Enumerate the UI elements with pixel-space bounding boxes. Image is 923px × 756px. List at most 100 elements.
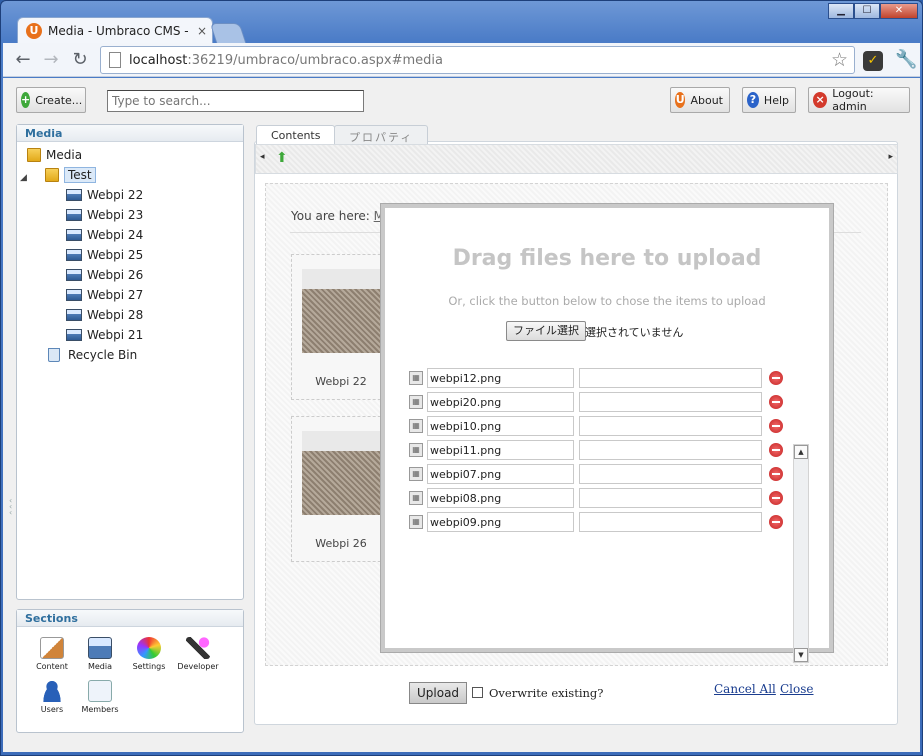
content-icon [40,637,64,659]
file-title-field[interactable] [579,392,762,412]
browser-window: ▁ ☐ ✕ U Media - Umbraco CMS - lo × ← → ↻… [0,0,923,756]
reload-icon[interactable]: ↻ [69,49,91,71]
tab-contents[interactable]: Contents [256,125,336,144]
page-icon [109,52,121,68]
scroll-up-icon[interactable]: ▲ [794,445,808,459]
section-members[interactable]: Members [76,680,124,714]
wrench-icon[interactable]: 🔧 [895,49,917,70]
file-row: ▦ webpi07.png [409,464,783,484]
tree-item[interactable]: Webpi 23 [66,206,143,224]
image-icon [66,249,82,261]
expand-arrow-icon[interactable]: ◢ [20,173,27,183]
file-name-field[interactable]: webpi08.png [427,488,574,508]
address-bar[interactable]: localhost:36219/umbraco/umbraco.aspx#med… [100,46,855,74]
choose-file-button[interactable]: ファイル選択 [506,321,586,341]
file-icon: ▦ [409,515,423,529]
file-title-field[interactable] [579,440,762,460]
search-input[interactable] [107,90,364,112]
new-tab-button[interactable] [209,23,247,43]
section-developer[interactable]: Developer [174,637,222,671]
scroll-down-icon[interactable]: ▼ [794,648,808,662]
tree-item-media-root[interactable]: Media [27,146,82,164]
file-title-field[interactable] [579,488,762,508]
tree-item-test[interactable]: Test [45,166,96,184]
umbraco-logo-icon: U [675,92,686,108]
image-icon [66,329,82,341]
tree-item-recycle-bin[interactable]: Recycle Bin [45,346,137,364]
cancel-all-link[interactable]: Cancel All [714,682,776,696]
browser-toolbar: ← → ↻ localhost:36219/umbraco/umbraco.as… [3,43,920,77]
file-icon: ▦ [409,443,423,457]
tree-item[interactable]: Webpi 25 [66,246,143,264]
upload-button[interactable]: Upload [409,682,468,704]
tree-item[interactable]: Webpi 27 [66,286,143,304]
file-title-field[interactable] [579,416,762,436]
remove-icon[interactable] [769,419,783,433]
tree-item[interactable]: Webpi 26 [66,266,143,284]
remove-icon[interactable] [769,443,783,457]
file-name-field[interactable]: webpi12.png [427,368,574,388]
file-title-field[interactable] [579,464,762,484]
magic-wand-icon [186,637,210,659]
file-name-field[interactable]: webpi07.png [427,464,574,484]
about-button[interactable]: U About [670,87,730,113]
file-title-field[interactable] [579,368,762,388]
bookmark-star-icon[interactable]: ☆ [831,49,848,71]
file-title-field[interactable] [579,512,762,532]
tree-item[interactable]: Webpi 28 [66,306,143,324]
file-icon: ▦ [409,491,423,505]
recycle-bin-icon [48,348,60,362]
tree-item[interactable]: Webpi 22 [66,186,143,204]
tab-strip: U Media - Umbraco CMS - lo × [9,17,909,43]
tree-header: Media [17,125,243,142]
remove-icon[interactable] [769,467,783,481]
scroll-left-icon[interactable]: ◂ [260,152,265,162]
remove-icon[interactable] [769,395,783,409]
section-media[interactable]: Media [76,637,124,671]
content-toolbar: ◂ ⬆ ▸ [255,144,898,174]
overwrite-checkbox[interactable] [472,687,483,698]
media-thumbnail[interactable]: Webpi 26 [291,416,391,562]
remove-icon[interactable] [769,515,783,529]
logout-icon: × [813,92,828,108]
close-link[interactable]: Close [780,682,814,696]
tab-properties[interactable]: プロパティ [334,125,429,144]
remove-icon[interactable] [769,371,783,385]
remove-icon[interactable] [769,491,783,505]
plus-icon: + [21,92,31,108]
file-row: ▦ webpi08.png [409,488,783,508]
browser-tab-active[interactable]: U Media - Umbraco CMS - lo × [17,17,213,43]
section-settings[interactable]: Settings [125,637,173,671]
upload-icon[interactable]: ⬆ [276,151,290,165]
scroll-right-icon[interactable]: ▸ [888,152,893,162]
file-name-field[interactable]: webpi10.png [427,416,574,436]
no-file-selected-text: 選択されていません [585,326,684,339]
section-content[interactable]: Content [28,637,76,671]
breadcrumb: You are here: M [291,209,384,223]
members-icon [88,680,112,702]
help-button[interactable]: ? Help [742,87,796,113]
sections-panel: Sections Content Media Settings Develope… [16,609,244,733]
back-arrow-icon[interactable]: ← [12,49,34,71]
section-users[interactable]: Users [28,680,76,714]
panel-resize-handle[interactable]: ‹ ‹ ‹ [9,497,12,517]
logout-button[interactable]: × Logout: admin [808,87,910,113]
create-button[interactable]: + Create... [16,87,86,113]
tab-close-icon[interactable]: × [197,24,207,38]
file-name-field[interactable]: webpi09.png [427,512,574,532]
umbraco-page: + Create... U About ? Help × Logout: adm… [3,78,920,752]
tree-item[interactable]: Webpi 24 [66,226,143,244]
media-thumbnail[interactable]: Webpi 22 [291,254,391,400]
tree-item[interactable]: Webpi 21 [66,326,143,344]
extension-icon[interactable]: ✓ [863,51,883,71]
file-list-scrollbar[interactable]: ▲ ▼ [793,444,809,663]
file-name-field[interactable]: webpi20.png [427,392,574,412]
image-icon [66,209,82,221]
url-text: localhost:36219/umbraco/umbraco.aspx#med… [129,53,443,68]
file-name-field[interactable]: webpi11.png [427,440,574,460]
image-icon [66,189,82,201]
file-icon: ▦ [409,467,423,481]
forward-arrow-icon[interactable]: → [40,49,62,71]
file-row: ▦ webpi20.png [409,392,783,412]
file-icon: ▦ [409,395,423,409]
